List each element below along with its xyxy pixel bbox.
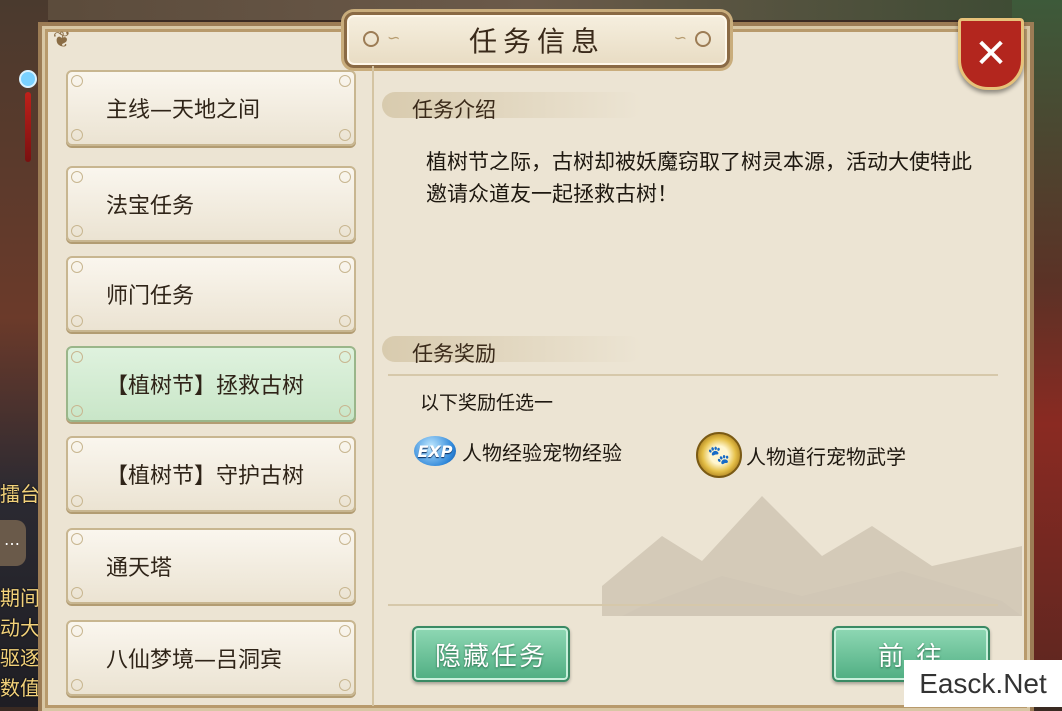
close-icon: ✕: [974, 31, 1008, 77]
task-item-label: 师门任务: [106, 284, 195, 309]
hide-task-label: 隐藏任务: [434, 641, 547, 672]
reward-choose-text: 以下奖励任选一: [420, 392, 554, 414]
reward-label: 人物道行宠物武学: [746, 444, 906, 469]
task-item[interactable]: 法宝任务: [66, 166, 356, 242]
cloud-ornament-icon: ∽: [387, 28, 401, 47]
task-item[interactable]: 八仙梦境—吕洞宾: [66, 620, 356, 696]
task-item[interactable]: 通天塔: [66, 528, 356, 604]
task-item-label: 法宝任务: [106, 194, 195, 219]
bottom-divider: [388, 604, 998, 606]
exp-icon: EXP: [414, 436, 456, 466]
side-text-3: 动大: [0, 616, 40, 640]
reward-option-exp[interactable]: EXP 人物经验宠物经验: [414, 436, 622, 466]
chat-icon[interactable]: [0, 520, 26, 566]
task-intro-text: 植树节之际，古树却被妖魔窃取了树灵本源，活动大使特此邀请众道友一起拯救古树！: [426, 150, 972, 206]
side-text-2: 期间: [0, 586, 40, 610]
charm-ornament: [18, 70, 38, 180]
task-item-label: 【植树节】守护古树: [106, 464, 305, 489]
paw-coin-icon: 🐾: [696, 432, 742, 478]
title-ornament-icon: [363, 31, 379, 47]
side-text-5: 数值: [0, 676, 40, 700]
task-item[interactable]: 主线—天地之间: [66, 70, 356, 146]
task-list[interactable]: 主线—天地之间 法宝任务 师门任务 【植树节】拯救古树 【植树节】守护古树 通天…: [66, 70, 362, 700]
title-plate: ∽ 任务信息 ∽: [344, 12, 730, 68]
cloud-ornament-icon: ∽: [673, 28, 687, 47]
reward-option-daoxing[interactable]: 🐾 人物道行宠物武学: [696, 432, 906, 478]
task-info-dialog: ❦ ∽ 任务信息 ∽ ✕ 主线—天地之间 法宝任务 师门任务 【植树节】拯救古树…: [38, 12, 1034, 711]
task-item-label: 【植树节】拯救古树: [106, 374, 305, 399]
reward-label: 人物经验宠物经验: [462, 440, 622, 465]
title-ornament-icon: [695, 31, 711, 47]
dialog-title: 任务信息: [468, 25, 605, 58]
watermark: Easck.Net: [904, 660, 1062, 707]
close-button[interactable]: ✕: [958, 18, 1024, 90]
hide-task-button[interactable]: 隐藏任务: [412, 626, 570, 682]
side-text-4: 驱逐: [0, 646, 40, 670]
ink-landscape-decoration: [602, 496, 1022, 616]
task-item-label: 通天塔: [106, 556, 173, 581]
corner-ornament-icon: ❦: [52, 28, 72, 53]
intro-heading: 任务介绍: [412, 98, 496, 122]
reward-heading: 任务奖励: [412, 342, 496, 366]
task-item-label: 八仙梦境—吕洞宾: [106, 648, 283, 673]
panel-divider: [372, 66, 374, 706]
task-item[interactable]: 师门任务: [66, 256, 356, 332]
task-item-selected[interactable]: 【植树节】拯救古树: [66, 346, 356, 422]
task-item-label: 主线—天地之间: [106, 98, 261, 123]
side-text-1: 擂台: [0, 482, 40, 506]
reward-divider: [388, 374, 998, 376]
task-item[interactable]: 【植树节】守护古树: [66, 436, 356, 512]
